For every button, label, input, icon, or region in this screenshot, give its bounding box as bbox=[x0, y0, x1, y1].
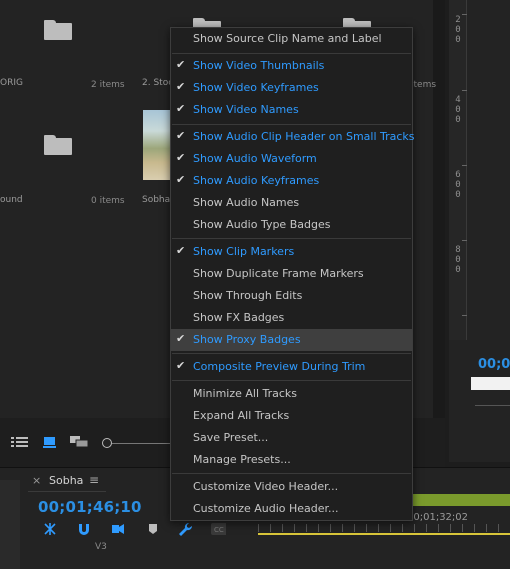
tools-panel-edge bbox=[0, 480, 20, 569]
bin-item-count: 2 items bbox=[91, 80, 125, 90]
in-out-range-line bbox=[258, 533, 510, 535]
timeline-settings-menu: Show Source Clip Name and Label ✔ Show Vi… bbox=[170, 27, 415, 521]
menu-item-show-audio-clip-header[interactable]: ✔ Show Audio Clip Header on Small Tracks bbox=[171, 126, 415, 148]
bin-name: 2. Stoc bbox=[142, 78, 174, 88]
captions-icon[interactable]: CC bbox=[210, 522, 226, 538]
timeline-ruler-ticks bbox=[258, 524, 510, 532]
menu-separator bbox=[172, 473, 411, 474]
clip-thumbnail[interactable] bbox=[143, 110, 172, 180]
menu-item-show-fx-badges[interactable]: Show FX Badges bbox=[171, 307, 412, 329]
ruler-tick bbox=[462, 14, 467, 15]
svg-text:CC: CC bbox=[214, 526, 224, 534]
bin-folder-icon[interactable] bbox=[44, 20, 72, 40]
ruler-tick bbox=[462, 240, 467, 241]
program-timecode[interactable]: 00;01 bbox=[478, 357, 510, 372]
menu-item-show-through-edits[interactable]: Show Through Edits bbox=[171, 285, 412, 307]
menu-separator bbox=[172, 238, 411, 239]
wrench-icon[interactable] bbox=[177, 521, 193, 537]
ruler-tick bbox=[462, 90, 467, 91]
checkmark-icon: ✔ bbox=[176, 80, 186, 93]
ruler-label: 800 bbox=[455, 245, 461, 275]
work-area-bar[interactable] bbox=[412, 494, 510, 506]
ruler-label: 400 bbox=[455, 95, 461, 125]
bin-item-count: items bbox=[411, 80, 437, 90]
bin-name: ORIG bbox=[0, 78, 23, 88]
add-marker-icon[interactable] bbox=[146, 521, 162, 537]
checkmark-icon: ✔ bbox=[176, 244, 186, 257]
program-preview-strip bbox=[471, 377, 510, 390]
ruler-tick bbox=[462, 165, 467, 166]
track-label-v3: V3 bbox=[95, 542, 107, 552]
menu-item-save-preset[interactable]: Save Preset... bbox=[171, 427, 412, 449]
menu-item-composite-preview-during-trim[interactable]: ✔ Composite Preview During Trim bbox=[171, 356, 412, 378]
ruler-tick bbox=[462, 315, 467, 316]
clip-name: Sobha bbox=[142, 195, 171, 205]
menu-separator bbox=[172, 380, 411, 381]
icon-view-icon[interactable] bbox=[43, 436, 57, 448]
menu-item-show-proxy-badges[interactable]: ✔ Show Proxy Badges bbox=[171, 329, 412, 351]
checkmark-icon: ✔ bbox=[176, 58, 186, 71]
menu-item-show-video-names[interactable]: ✔ Show Video Names bbox=[171, 99, 412, 121]
checkmark-icon: ✔ bbox=[176, 151, 186, 164]
menu-item-show-audio-waveform[interactable]: ✔ Show Audio Waveform bbox=[171, 148, 412, 170]
close-icon[interactable]: × bbox=[32, 474, 41, 487]
panel-menu-icon[interactable]: ≡ bbox=[89, 473, 99, 487]
menu-item-minimize-all-tracks[interactable]: Minimize All Tracks bbox=[171, 383, 412, 405]
ruler-label: 200 bbox=[455, 15, 461, 45]
menu-item-expand-all-tracks[interactable]: Expand All Tracks bbox=[171, 405, 412, 427]
bin-item-count: 0 items bbox=[91, 196, 125, 206]
menu-item-show-source-clip-name[interactable]: Show Source Clip Name and Label bbox=[171, 28, 412, 50]
tab-sequence[interactable]: Sobha bbox=[49, 474, 83, 487]
menu-separator bbox=[172, 353, 411, 354]
checkmark-icon: ✔ bbox=[176, 332, 186, 345]
checkmark-icon: ✔ bbox=[176, 102, 186, 115]
menu-item-show-video-keyframes[interactable]: ✔ Show Video Keyframes bbox=[171, 77, 412, 99]
zoom-slider-handle[interactable] bbox=[102, 438, 112, 448]
checkmark-icon: ✔ bbox=[176, 359, 186, 372]
menu-item-show-video-thumbnails[interactable]: ✔ Show Video Thumbnails bbox=[171, 55, 412, 77]
project-scrollbar-gutter bbox=[433, 0, 445, 418]
menu-separator bbox=[172, 124, 411, 125]
nest-toggle-icon[interactable] bbox=[42, 521, 58, 537]
ruler-time: 00;01;32;02 bbox=[407, 512, 469, 523]
menu-item-show-clip-markers[interactable]: ✔ Show Clip Markers bbox=[171, 241, 412, 263]
zoom-slider-track[interactable] bbox=[112, 443, 174, 444]
ruler-label: 600 bbox=[455, 170, 461, 200]
checkmark-icon: ✔ bbox=[176, 129, 186, 142]
playhead-timecode[interactable]: 00;01;46;10 bbox=[38, 498, 142, 516]
menu-item-show-audio-keyframes[interactable]: ✔ Show Audio Keyframes bbox=[171, 170, 412, 192]
linked-selection-icon[interactable] bbox=[110, 521, 126, 537]
menu-item-customize-video-header[interactable]: Customize Video Header... bbox=[171, 476, 412, 498]
tab-underline bbox=[28, 491, 106, 492]
menu-item-customize-audio-header[interactable]: Customize Audio Header... bbox=[171, 498, 412, 520]
menu-item-show-audio-names[interactable]: Show Audio Names bbox=[171, 192, 412, 214]
menu-item-show-audio-type-badges[interactable]: Show Audio Type Badges bbox=[171, 214, 412, 236]
program-scrub-bar[interactable] bbox=[475, 405, 510, 413]
checkmark-icon: ✔ bbox=[176, 173, 186, 186]
freeform-view-icon[interactable] bbox=[70, 435, 90, 448]
menu-item-show-duplicate-frame-markers[interactable]: Show Duplicate Frame Markers bbox=[171, 263, 412, 285]
list-view-icon[interactable] bbox=[11, 436, 29, 448]
menu-separator bbox=[172, 53, 411, 54]
bin-folder-icon[interactable] bbox=[44, 135, 72, 155]
menu-item-manage-presets[interactable]: Manage Presets... bbox=[171, 449, 412, 471]
snap-icon[interactable] bbox=[76, 521, 92, 537]
bin-name: ound bbox=[0, 195, 23, 205]
